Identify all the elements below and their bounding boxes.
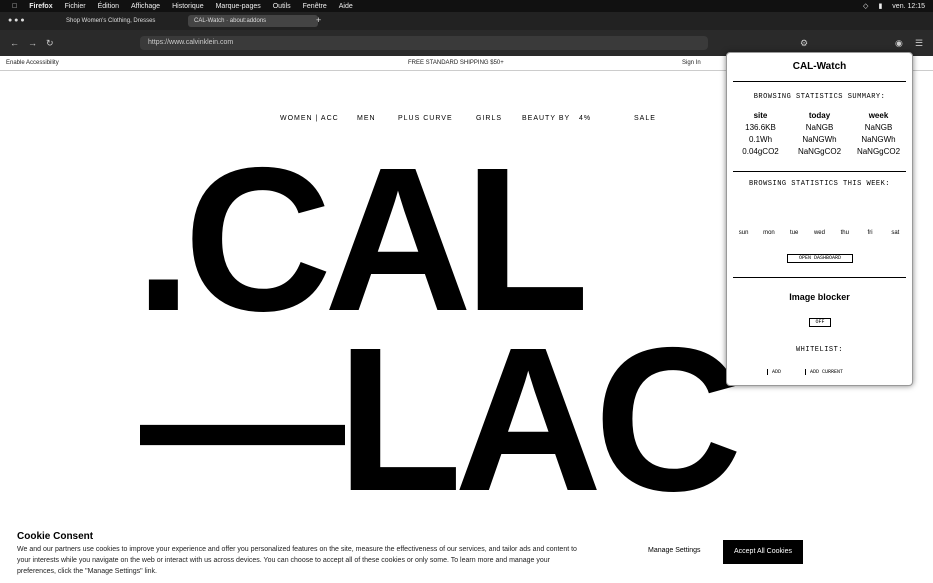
menu-icon[interactable]: ☰: [915, 38, 923, 49]
week-heading: BROWSING STATISTICS THIS WEEK:: [748, 180, 891, 188]
whitelist-add-current[interactable]: ADD CURRENT: [805, 369, 843, 375]
day-label: mon: [763, 230, 775, 236]
image-blocker-title: Image blocker: [789, 292, 850, 302]
column-site: site: [753, 111, 768, 120]
cookie-title: Cookie Consent: [17, 531, 94, 542]
week-days: sun mon tue wed thu fri sat: [731, 230, 908, 236]
stat-cell: 0.04gCO2: [742, 147, 779, 156]
stat-cell: 136.6KB: [745, 123, 776, 132]
divider: [733, 81, 906, 82]
popup-title: CAL-Watch: [792, 61, 847, 72]
reload-icon[interactable]: ↻: [46, 38, 54, 49]
browser-tabbar: ● ● ● Shop Women's Clothing, Dresses CAL…: [0, 12, 933, 30]
image-blocker-toggle[interactable]: OFF: [809, 318, 831, 327]
day-label: sat: [891, 230, 900, 236]
nav-girls[interactable]: GIRLS: [476, 115, 502, 122]
nav-plus-curve[interactable]: PLUS CURVE: [398, 115, 453, 122]
menu-item-tools[interactable]: Outils: [273, 3, 291, 10]
apple-icon[interactable]: : [12, 3, 17, 10]
day-label: tue: [790, 230, 799, 236]
nav-women[interactable]: WOMEN | ACC: [280, 115, 339, 122]
menu-item-view[interactable]: Affichage: [131, 3, 160, 10]
tab-label: CAL-Watch · about:addons: [194, 18, 267, 24]
menu-item-bookmarks[interactable]: Marque-pages: [216, 3, 261, 10]
stat-cell: NaNGWh: [861, 135, 896, 144]
status-area: ◇ ▮ ven. 12:15: [863, 0, 925, 12]
nav-sale[interactable]: SALE: [634, 115, 656, 122]
menu-clock[interactable]: ven. 12:15: [892, 3, 925, 10]
tab-label: Shop Women's Clothing, Dresses: [66, 18, 156, 24]
stats-table: site today week 136.6KB NaNGB NaNGB 0.1W…: [731, 111, 908, 159]
os-menubar:  Firefox Fichier Édition Affichage Hist…: [0, 0, 933, 12]
browser-tab[interactable]: Shop Women's Clothing, Dresses: [60, 15, 182, 27]
divider: [733, 277, 906, 278]
column-week: week: [868, 111, 889, 120]
stat-cell: NaNGB: [805, 123, 834, 132]
summary-heading: BROWSING STATISTICS SUMMARY:: [753, 93, 886, 101]
promo-text[interactable]: FREE STANDARD SHIPPING $50+: [408, 60, 504, 66]
day-label: fri: [867, 230, 873, 236]
accessibility-link[interactable]: Enable Accessibility: [6, 60, 59, 66]
extension-icon[interactable]: ⚙: [800, 38, 808, 49]
back-icon[interactable]: ←: [10, 38, 19, 48]
sign-in-link[interactable]: Sign In: [682, 60, 701, 66]
menu-item-window[interactable]: Fenêtre: [303, 3, 327, 10]
window-controls[interactable]: ● ● ●: [8, 17, 25, 24]
address-text: https://www.calvinklein.com: [148, 39, 234, 46]
stats-row-co2: 0.04gCO2 NaNGgCO2 NaNGgCO2: [731, 147, 908, 159]
battery-icon[interactable]: ▮: [878, 2, 882, 10]
cal-watch-popup: CAL-Watch BROWSING STATISTICS SUMMARY: s…: [726, 52, 913, 386]
accept-all-cookies-button[interactable]: Accept All Cookies: [723, 540, 803, 564]
cookie-body: We and our partners use cookies to impro…: [17, 546, 577, 575]
menu-item-edit[interactable]: Édition: [98, 3, 119, 10]
logo-line-2: —LAC: [140, 305, 737, 510]
wifi-icon[interactable]: ◇: [863, 2, 868, 10]
whitelist-add[interactable]: ADD: [767, 369, 781, 375]
divider: [733, 171, 906, 172]
menu-item-file[interactable]: Fichier: [65, 3, 86, 10]
manage-settings-link[interactable]: Manage Settings: [648, 547, 701, 554]
nav-beauty[interactable]: BEAUTY BY: [522, 115, 570, 122]
menu-item-history[interactable]: Historique: [172, 3, 204, 10]
day-label: sun: [738, 230, 749, 236]
menu-item-help[interactable]: Aide: [339, 3, 353, 10]
whitelist-heading: WHITELIST:: [795, 346, 843, 354]
stats-row-data: 136.6KB NaNGB NaNGB: [731, 123, 908, 135]
stats-header-row: site today week: [731, 111, 908, 123]
address-bar[interactable]: https://www.calvinklein.com: [140, 36, 708, 50]
cal-watch-icon[interactable]: ◉: [895, 38, 903, 49]
open-dashboard-button[interactable]: OPEN DASHBOARD: [787, 254, 853, 263]
stat-cell: NaNGgCO2: [797, 147, 842, 156]
stat-cell: NaNGB: [864, 123, 893, 132]
stat-cell: NaNGgCO2: [856, 147, 901, 156]
forward-icon[interactable]: →: [28, 38, 37, 48]
day-label: wed: [813, 230, 825, 236]
stats-row-energy: 0.1Wh NaNGWh NaNGWh: [731, 135, 908, 147]
new-tab-icon[interactable]: +: [316, 15, 321, 25]
browser-tab-active[interactable]: CAL-Watch · about:addons: [188, 15, 318, 27]
nav-four-percent[interactable]: 4%: [579, 115, 591, 122]
menu-item-firefox[interactable]: Firefox: [29, 3, 52, 10]
column-today: today: [808, 111, 831, 120]
day-label: thu: [840, 230, 849, 236]
stat-cell: 0.1Wh: [748, 135, 773, 144]
cookie-banner: Cookie Consent We and our partners use c…: [0, 522, 933, 583]
nav-men[interactable]: MEN: [357, 115, 376, 122]
stat-cell: NaNGWh: [802, 135, 837, 144]
